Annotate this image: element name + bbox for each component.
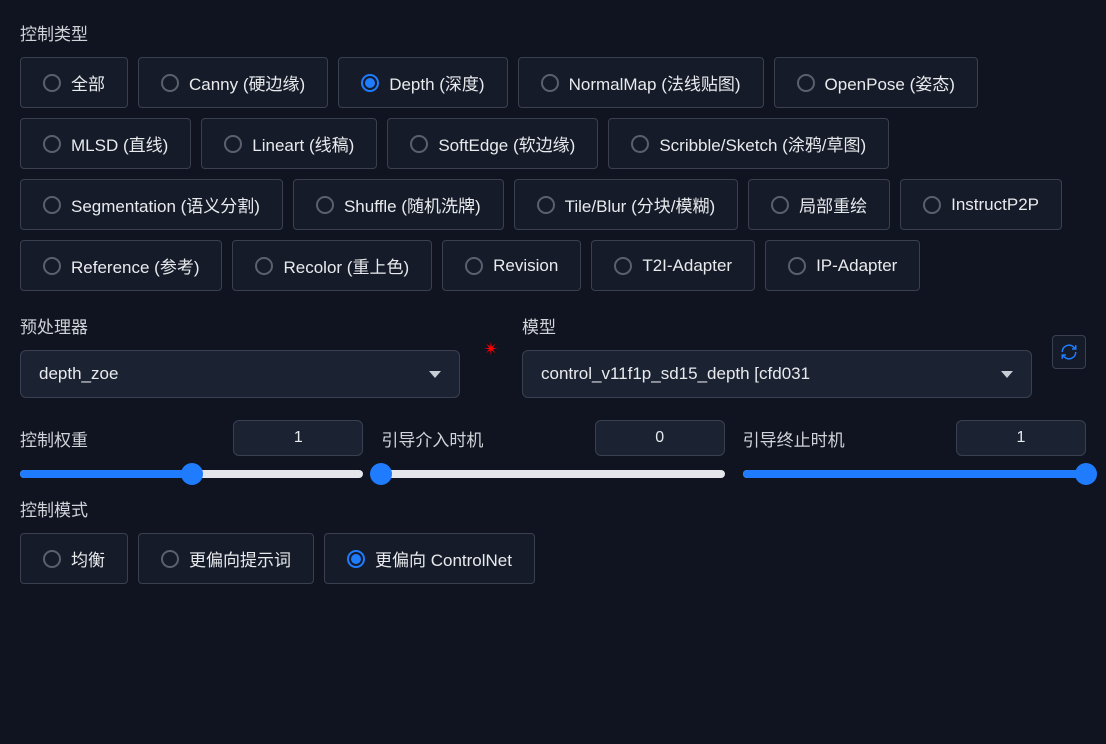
preprocessor-value: depth_zoe (39, 364, 118, 384)
start-value[interactable]: 0 (595, 420, 725, 456)
model-dropdown[interactable]: control_v11f1p_sd15_depth [cfd031 (522, 350, 1032, 398)
control-type-option-label: Tile/Blur (分块/模糊) (565, 192, 716, 217)
control-type-option[interactable]: Lineart (线稿) (201, 118, 377, 169)
preprocessor-dropdown[interactable]: depth_zoe (20, 350, 460, 398)
radio-icon (43, 196, 61, 214)
control-type-option[interactable]: Recolor (重上色) (232, 240, 432, 291)
model-label: 模型 (522, 313, 1032, 338)
radio-icon (224, 135, 242, 153)
control-type-option[interactable]: Depth (深度) (338, 57, 507, 108)
control-type-option[interactable]: Scribble/Sketch (涂鸦/草图) (608, 118, 889, 169)
refresh-icon (1060, 343, 1078, 361)
control-mode-option-label: 均衡 (71, 546, 105, 571)
control-type-option-label: IP-Adapter (816, 256, 897, 276)
chevron-down-icon (429, 371, 441, 378)
radio-icon (788, 257, 806, 275)
radio-icon (771, 196, 789, 214)
radio-icon (161, 550, 179, 568)
radio-icon (43, 74, 61, 92)
control-type-option-label: OpenPose (姿态) (825, 70, 955, 95)
model-value: control_v11f1p_sd15_depth [cfd031 (541, 364, 810, 384)
control-mode-option[interactable]: 均衡 (20, 533, 128, 584)
radio-icon (465, 257, 483, 275)
radio-icon (347, 550, 365, 568)
radio-icon (923, 196, 941, 214)
weight-slider[interactable] (20, 470, 363, 478)
control-mode-group: 均衡 更偏向提示词 更偏向 ControlNet (20, 533, 1086, 584)
control-type-option-label: Depth (深度) (389, 70, 484, 95)
start-slider[interactable] (381, 470, 724, 478)
radio-icon (43, 257, 61, 275)
radio-icon (43, 550, 61, 568)
radio-icon (161, 74, 179, 92)
radio-icon (410, 135, 428, 153)
control-type-option-label: Segmentation (语义分割) (71, 192, 260, 217)
control-mode-option[interactable]: 更偏向提示词 (138, 533, 314, 584)
control-type-option-label: Reference (参考) (71, 253, 199, 278)
control-type-option-label: Canny (硬边缘) (189, 70, 305, 95)
control-type-option-label: SoftEdge (软边缘) (438, 131, 575, 156)
control-type-option-label: Scribble/Sketch (涂鸦/草图) (659, 131, 866, 156)
control-type-option-label: Recolor (重上色) (283, 253, 409, 278)
control-mode-option[interactable]: 更偏向 ControlNet (324, 533, 535, 584)
control-mode-label: 控制模式 (20, 496, 1086, 521)
control-type-option-label: 局部重绘 (799, 192, 867, 217)
control-type-option[interactable]: InstructP2P (900, 179, 1062, 230)
control-type-option[interactable]: Segmentation (语义分割) (20, 179, 283, 230)
radio-icon (537, 196, 555, 214)
control-type-option-label: Lineart (线稿) (252, 131, 354, 156)
radio-icon (361, 74, 379, 92)
control-type-option-label: NormalMap (法线贴图) (569, 70, 741, 95)
control-type-option[interactable]: OpenPose (姿态) (774, 57, 978, 108)
control-type-option[interactable]: NormalMap (法线贴图) (518, 57, 764, 108)
control-type-option-label: T2I-Adapter (642, 256, 732, 276)
control-type-option[interactable]: SoftEdge (软边缘) (387, 118, 598, 169)
radio-icon (614, 257, 632, 275)
control-type-option[interactable]: IP-Adapter (765, 240, 920, 291)
radio-icon (255, 257, 273, 275)
control-mode-option-label: 更偏向 ControlNet (375, 546, 512, 571)
refresh-button[interactable] (1052, 335, 1086, 369)
radio-icon (43, 135, 61, 153)
control-type-label: 控制类型 (20, 20, 1086, 45)
control-type-option[interactable]: 全部 (20, 57, 128, 108)
start-label: 引导介入时机 (381, 426, 483, 451)
control-type-option-label: 全部 (71, 70, 105, 95)
control-type-option[interactable]: T2I-Adapter (591, 240, 755, 291)
weight-label: 控制权重 (20, 426, 88, 451)
control-type-option[interactable]: Shuffle (随机洗牌) (293, 179, 504, 230)
end-slider[interactable] (743, 470, 1086, 478)
end-label: 引导终止时机 (743, 426, 845, 451)
end-value[interactable]: 1 (956, 420, 1086, 456)
control-mode-option-label: 更偏向提示词 (189, 546, 291, 571)
control-type-option-label: Revision (493, 256, 558, 276)
control-type-option[interactable]: 局部重绘 (748, 179, 890, 230)
control-type-option-label: MLSD (直线) (71, 131, 168, 156)
radio-icon (797, 74, 815, 92)
control-type-option-label: Shuffle (随机洗牌) (344, 192, 481, 217)
preprocessor-label: 预处理器 (20, 313, 460, 338)
chevron-down-icon (1001, 371, 1013, 378)
weight-value[interactable]: 1 (233, 420, 363, 456)
control-type-group: 全部 Canny (硬边缘) Depth (深度) NormalMap (法线贴图) O… (20, 57, 1086, 291)
control-type-option[interactable]: Reference (参考) (20, 240, 222, 291)
spark-icon[interactable]: ✴ (480, 339, 502, 361)
control-type-option-label: InstructP2P (951, 195, 1039, 215)
control-type-option[interactable]: Canny (硬边缘) (138, 57, 328, 108)
radio-icon (316, 196, 334, 214)
control-type-option[interactable]: Revision (442, 240, 581, 291)
control-type-option[interactable]: Tile/Blur (分块/模糊) (514, 179, 739, 230)
control-type-option[interactable]: MLSD (直线) (20, 118, 191, 169)
radio-icon (541, 74, 559, 92)
radio-icon (631, 135, 649, 153)
